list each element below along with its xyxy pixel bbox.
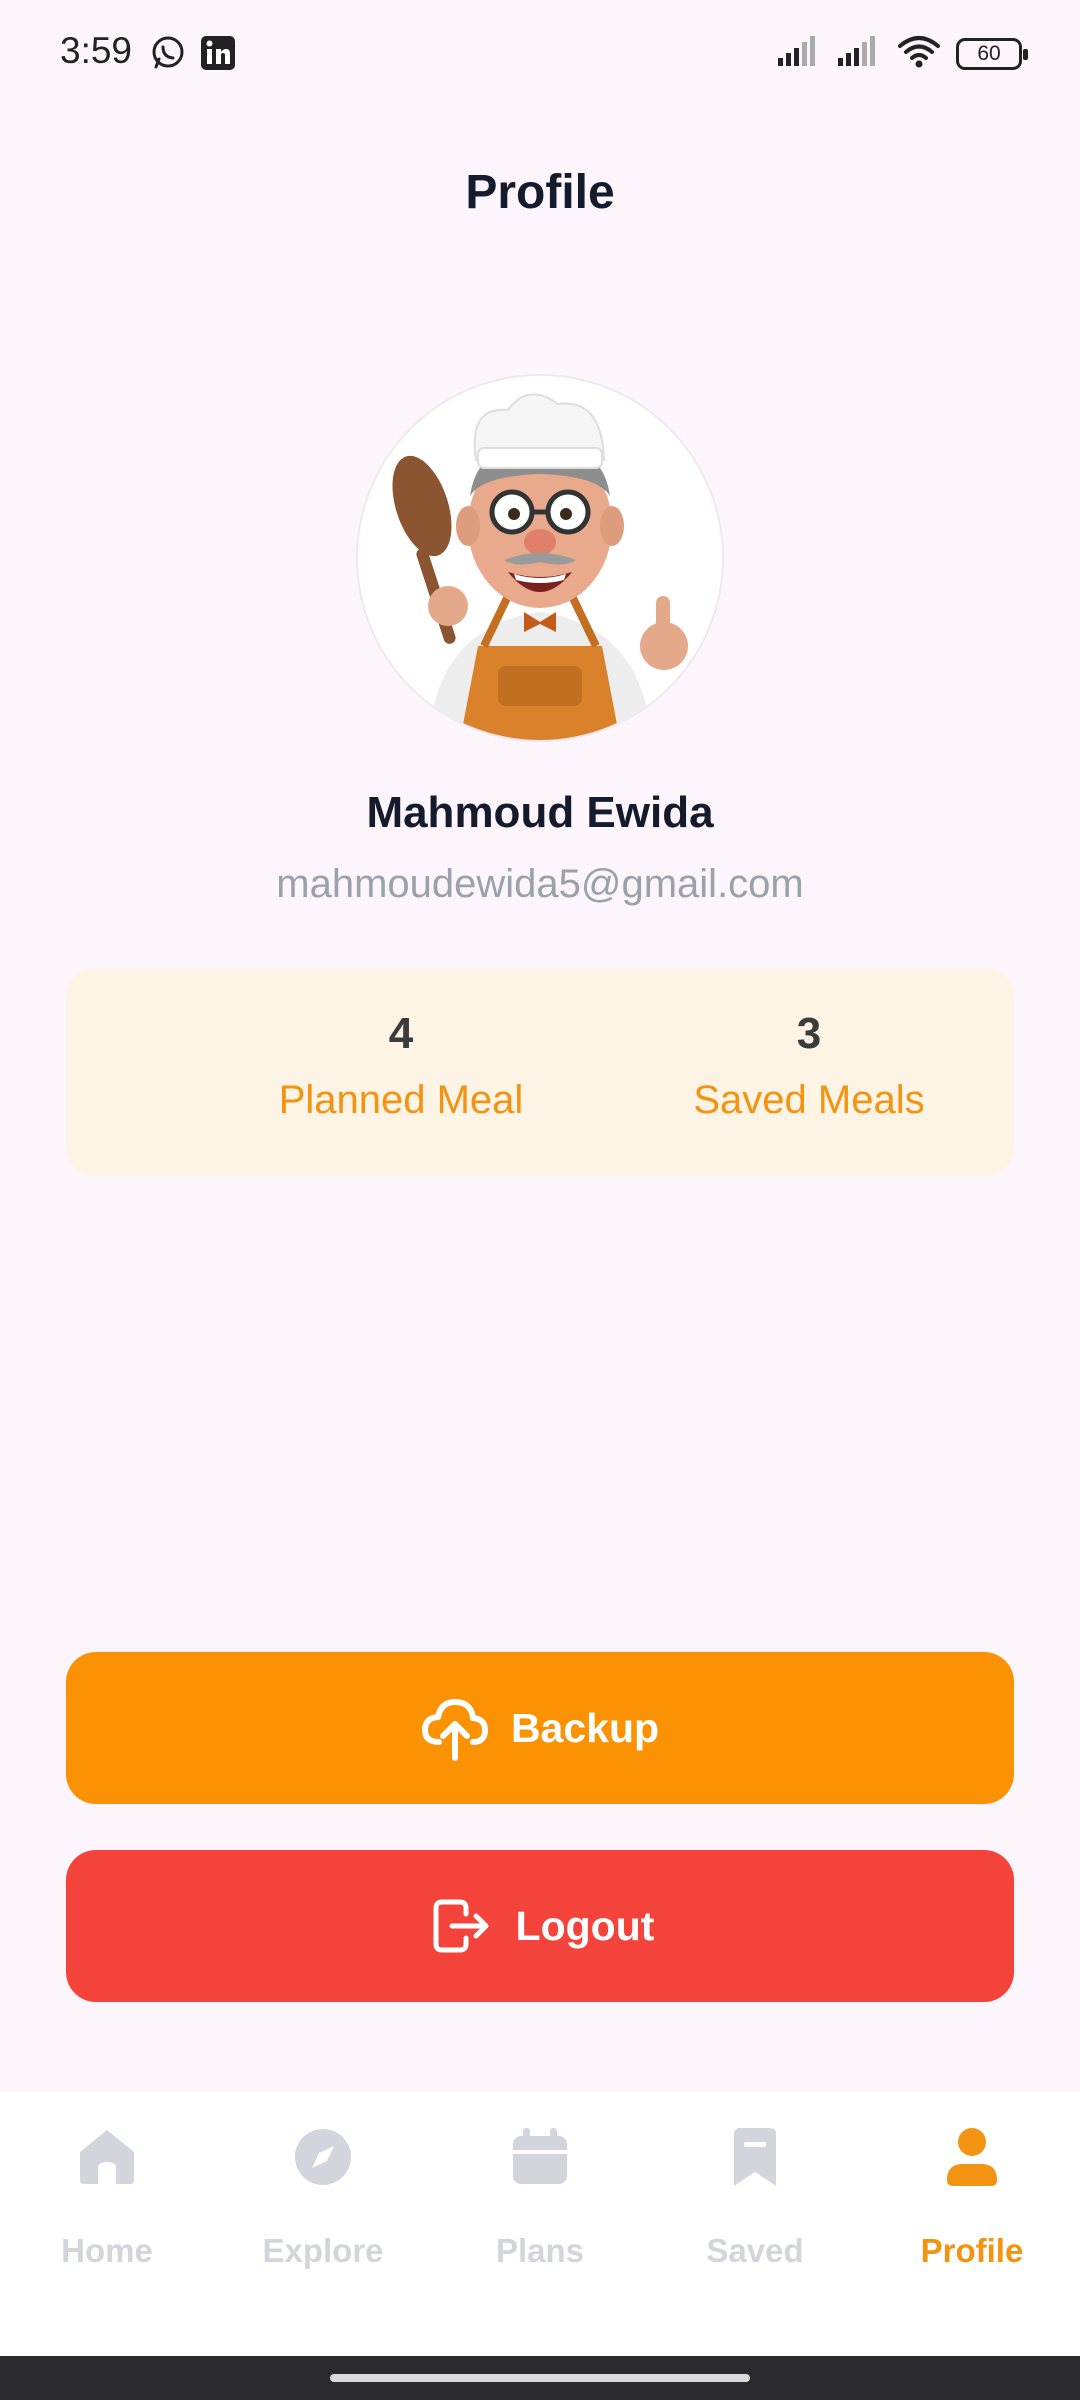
calendar-icon [505, 2122, 575, 2192]
logout-button-label: Logout [515, 1902, 655, 1949]
stats-card: 4 Planned Meal 3 Saved Meals [66, 968, 1014, 1176]
stat-value: 3 [796, 1009, 822, 1058]
backup-button-label: Backup [510, 1704, 660, 1751]
nav-item-plans[interactable]: Plans [440, 2122, 640, 2270]
avatar [358, 376, 722, 740]
stat-label: Saved Meals [693, 1078, 925, 1122]
battery-level: 60 [977, 41, 1001, 65]
profile-email: mahmoudewida5@gmail.com [276, 862, 804, 906]
nav-label: Explore [262, 2232, 384, 2269]
status-indicators: 60 [778, 34, 1028, 73]
home-icon [72, 2122, 142, 2192]
nav-item-saved[interactable]: Saved [655, 2122, 855, 2270]
person-icon [937, 2122, 1007, 2192]
battery-icon: 60 [956, 37, 1028, 70]
page-title: Profile [465, 166, 615, 219]
status-time: 3:59 [60, 30, 133, 71]
status-bar: 3:59 60 [0, 0, 1080, 110]
nav-label: Home [61, 2232, 153, 2269]
nav-item-home[interactable]: Home [7, 2122, 207, 2270]
bookmark-icon [720, 2122, 790, 2192]
cloud-upload-icon [421, 1694, 489, 1762]
profile-screen: 3:59 60 Profile Mahmoud Ewida mahmoudewi… [0, 0, 1080, 2400]
whatsapp-icon [150, 35, 186, 71]
home-gesture-handle[interactable] [330, 2374, 750, 2382]
nav-label: Plans [495, 2232, 585, 2269]
linkedin-icon [200, 35, 236, 71]
nav-label: Profile [920, 2232, 1024, 2269]
compass-icon [288, 2122, 358, 2192]
backup-button[interactable]: Backup [66, 1652, 1014, 1804]
bottom-nav: Home Explore Plans Saved Profile [0, 2092, 1080, 2356]
nav-label: Saved [706, 2232, 804, 2269]
wifi-icon [898, 34, 940, 73]
stat-planned-meals[interactable]: 4 Planned Meal [221, 1008, 581, 1124]
signal-icon [778, 36, 822, 71]
stat-value: 4 [388, 1009, 414, 1058]
signal-icon [838, 36, 882, 71]
chef-avatar-image [358, 376, 722, 740]
stat-label: Planned Meal [278, 1078, 524, 1122]
logout-icon [426, 1892, 494, 1960]
nav-item-profile[interactable]: Profile [872, 2122, 1072, 2270]
logout-button[interactable]: Logout [66, 1850, 1014, 2002]
gesture-bar [0, 2356, 1080, 2400]
profile-name: Mahmoud Ewida [366, 788, 714, 837]
nav-item-explore[interactable]: Explore [223, 2122, 423, 2270]
stat-saved-meals[interactable]: 3 Saved Meals [629, 1008, 989, 1124]
